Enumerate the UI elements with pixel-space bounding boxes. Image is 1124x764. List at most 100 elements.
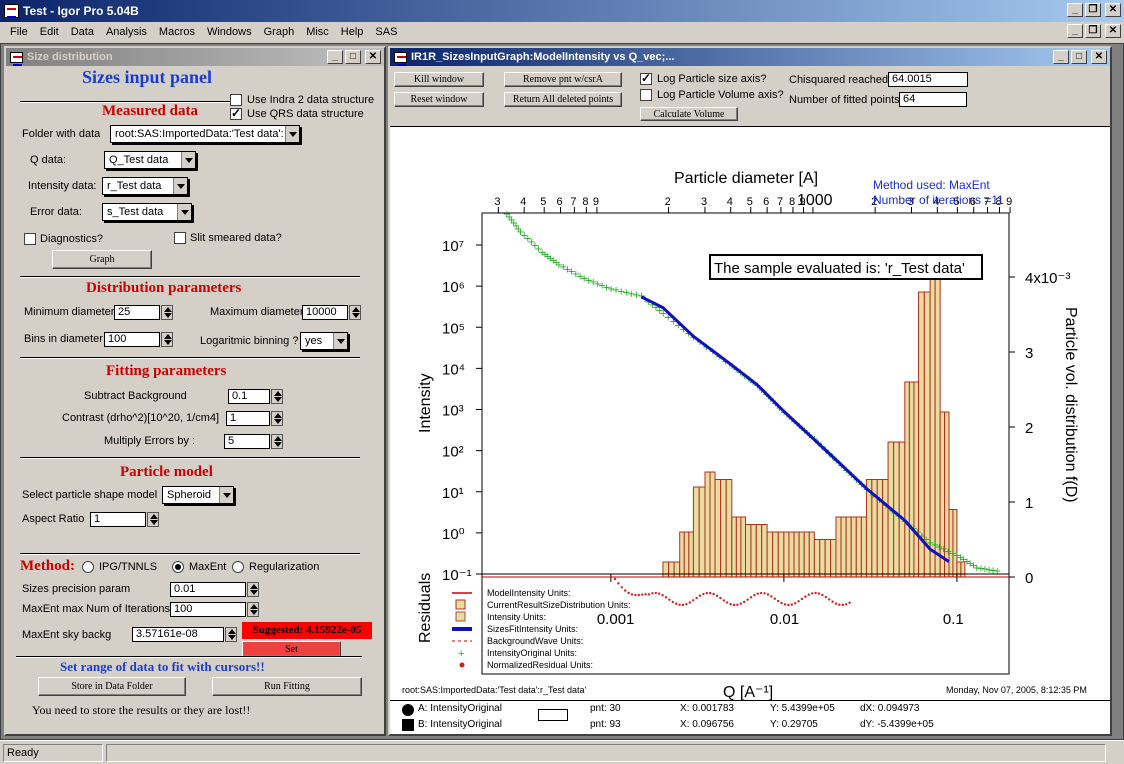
max-diameter-field[interactable]: 10000 [302,305,348,320]
residual-point [695,596,698,600]
kill-window-button[interactable]: Kill window [394,72,484,87]
cursor-slider-icon[interactable] [538,709,568,721]
cursor-b-marker[interactable] [402,719,414,731]
residual-point [797,600,800,603]
right-tick-label: 4x10⁻³ [1025,270,1070,287]
legend-label: BackgroundWave Units: [487,636,583,646]
top-tick-label: 6 [763,196,769,208]
y-tick-label: 10³ [442,403,464,420]
max-iterations-field[interactable]: 100 [170,602,246,617]
y-tick-label: 10¹ [442,485,464,502]
log-volume-axis-checkbox[interactable] [640,89,652,101]
minimize-button[interactable]: _ [1067,3,1083,17]
residual-point [811,592,814,595]
shape-label: Select particle shape model [22,489,158,501]
x-a: X: 0.001783 [680,703,734,714]
remove-point-button[interactable]: Remove pnt w/csrA [504,72,622,87]
distribution-bar [808,531,815,578]
min-diameter-stepper[interactable] [161,305,173,320]
residual-point [817,592,821,595]
graph-minimize-button[interactable]: _ [1053,50,1069,64]
sky-backg-field[interactable]: 3.57161e-08 [132,627,224,642]
contrast-field[interactable]: 1 [226,411,270,426]
multiply-errors-field[interactable]: 5 [224,434,270,449]
cursor-a-marker[interactable] [402,704,414,716]
distribution-bar [777,531,785,578]
max-diameter-stepper[interactable] [349,305,361,320]
y-a: Y: 5.4399e+05 [770,703,835,714]
pnt-b: pnt: 93 [590,719,621,730]
return-points-button[interactable]: Return All deleted points [504,92,622,107]
graph-close-button[interactable]: ✕ [1091,50,1107,64]
min-diameter-field[interactable]: 25 [114,305,160,320]
status-text: Ready [3,744,103,762]
slit-smeared-checkbox[interactable] [174,232,186,244]
legend-label: Intensity Units: [487,612,546,622]
aspect-ratio-stepper[interactable] [147,512,159,527]
store-button[interactable]: Store in Data Folder [38,677,186,696]
aspect-ratio-field[interactable]: 1 [90,512,146,527]
graph-button[interactable]: Graph [52,250,152,269]
residual-point [712,592,715,596]
residual-point [848,601,851,604]
method-ipg-radio[interactable] [82,561,94,573]
method-maxent-radio[interactable] [172,561,184,573]
folder-label: Folder with data [22,128,101,140]
close-button[interactable]: ✕ [1105,3,1121,17]
legend-label: ModelIntensity Units: [487,588,571,598]
distribution-bar [720,479,727,578]
distribution-bar [725,479,733,578]
restore-button[interactable]: ❐ [1085,3,1101,17]
residual-point [804,595,807,598]
run-fitting-button[interactable]: Run Fitting [212,677,362,696]
y-tick-label: 10² [442,444,464,461]
log-binning-select[interactable]: yes [300,332,348,350]
diagnostics-checkbox[interactable] [24,233,36,245]
bins-label: Bins in diameter [24,333,103,345]
q-data-select[interactable]: Q_Test data [104,151,196,169]
graph-maximize-button[interactable]: □ [1071,50,1087,64]
max-iterations-label: MaxEnt max Num of Iterations [22,603,170,615]
residual-point [790,603,793,606]
mdi-close-button[interactable]: ✕ [1105,24,1121,38]
method-regularization-radio[interactable] [232,561,244,573]
footer-right: Monday, Nov 07, 2005, 8:12:35 PM [946,685,1087,695]
y-tick-label: 10⁷ [442,238,464,255]
multiply-errors-stepper[interactable] [271,434,283,449]
distribution-bar [876,479,884,578]
bins-stepper[interactable] [161,332,173,347]
precision-stepper[interactable] [247,582,259,597]
folder-select[interactable]: root:SAS:ImportedData:'Test data': [110,125,300,143]
bins-field[interactable]: 100 [104,332,160,347]
calculate-volume-button[interactable]: Calculate Volume [640,107,738,121]
reset-window-button[interactable]: Reset window [394,92,484,107]
mdi-minimize-button[interactable]: _ [1067,24,1083,38]
precision-field[interactable]: 0.01 [170,582,246,597]
distribution-bar [819,539,826,578]
set-button[interactable]: Set [242,641,341,657]
distribution-bar [704,471,711,578]
max-iterations-stepper[interactable] [247,602,259,617]
top-tick-label: 4 [727,196,733,208]
log-size-axis-checkbox[interactable] [640,71,652,85]
contrast-stepper[interactable] [271,411,283,426]
distribution-bar [855,516,862,578]
distribution-bar [673,561,681,578]
use-qrs-checkbox[interactable] [230,106,242,120]
distribution-bar [709,471,716,578]
intensity-data-select[interactable]: r_Test data [102,177,188,195]
use-indra-checkbox[interactable] [230,94,242,106]
residual-point [743,600,746,604]
residual-point [651,592,654,595]
background-stepper[interactable] [271,389,283,404]
top-tick-label: 5 [540,196,546,208]
residual-point [729,602,732,606]
residual-point [658,592,661,595]
shape-select[interactable]: Spheroid [162,486,234,504]
sky-backg-stepper[interactable] [225,627,237,642]
distribution-bar [788,531,795,578]
mdi-restore-button[interactable]: ❐ [1085,24,1101,38]
error-data-select[interactable]: s_Test data [102,203,192,221]
background-field[interactable]: 0.1 [228,389,270,404]
method-used-text: Method used: MaxEnt [873,178,990,192]
